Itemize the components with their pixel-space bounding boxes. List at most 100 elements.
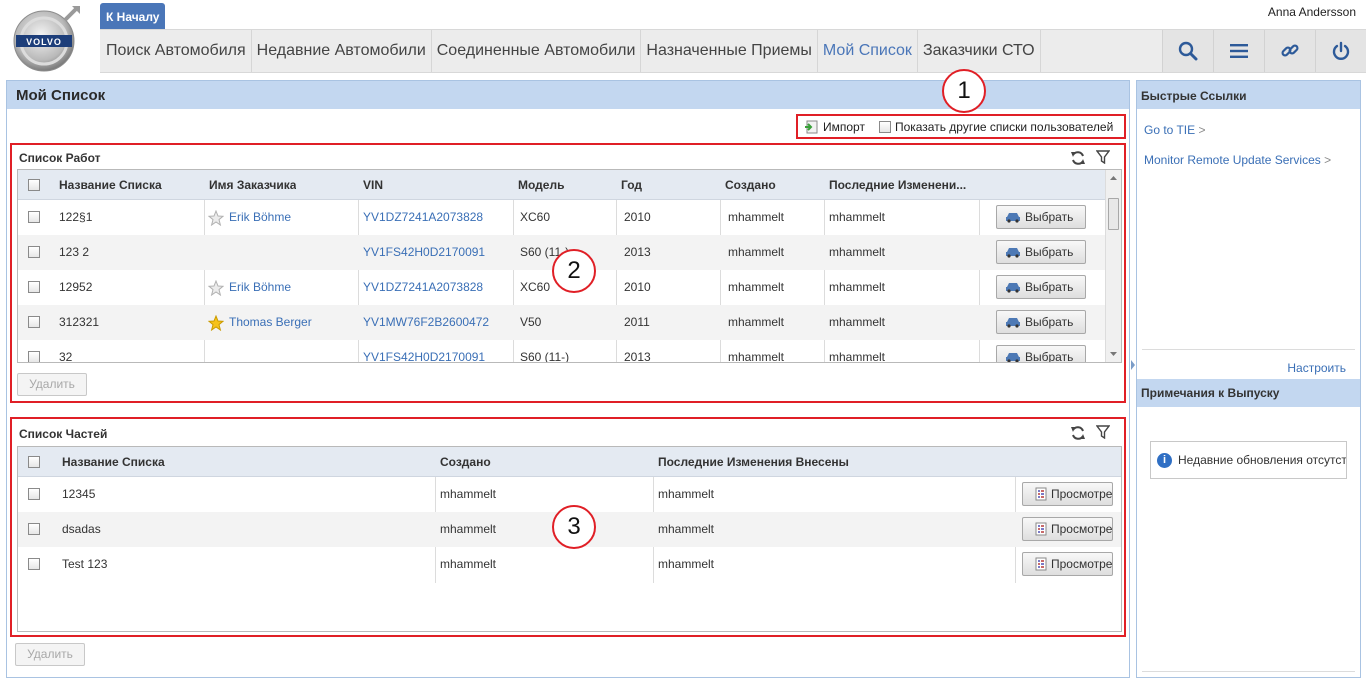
vin-link[interactable]: YV1DZ7241A2073828 [363, 200, 483, 235]
job-list-row[interactable]: 122§1 Erik Böhme YV1DZ7241A2073828 XC60 … [18, 200, 1121, 235]
show-others-checkbox[interactable] [878, 120, 891, 133]
select-button[interactable]: Выбрать [996, 345, 1086, 362]
release-notes-title: Примечания к Выпуску [1137, 379, 1360, 407]
year-cell: 2011 [624, 315, 650, 329]
delete-parts-button[interactable]: Удалить [15, 643, 85, 666]
row-checkbox[interactable] [28, 558, 40, 570]
row-checkbox[interactable] [28, 523, 40, 535]
power-icon[interactable] [1315, 30, 1366, 72]
parts-list-row[interactable]: Test 123 mhammelt mhammelt Просмотреть [18, 547, 1121, 582]
quick-link-remote-update[interactable]: Monitor Remote Update Services > [1144, 153, 1331, 167]
car-icon [1006, 353, 1020, 362]
import-button[interactable]: Импорт [823, 120, 865, 134]
row-checkbox[interactable] [28, 281, 40, 293]
col-customer-name[interactable]: Имя Заказчика [209, 170, 296, 200]
home-tab[interactable]: К Началу [100, 3, 165, 29]
show-others-label: Показать другие списки пользователей [894, 119, 1114, 134]
list-name-cell: 122§1 [59, 210, 93, 224]
job-list-title: Список Работ [19, 151, 101, 165]
star-empty-icon[interactable] [208, 280, 224, 296]
job-list-row[interactable]: 312321 Thomas Berger YV1MW76F2B2600472 V… [18, 305, 1121, 340]
row-checkbox[interactable] [28, 351, 40, 362]
import-icon[interactable] [804, 120, 818, 134]
col-year[interactable]: Год [621, 170, 642, 200]
modified-cell: mhammelt [658, 522, 715, 536]
select-all-jobs-checkbox[interactable] [28, 179, 40, 191]
star-empty-icon[interactable] [208, 210, 224, 226]
main-nav: Поиск Автомобиля Недавние Автомобили Сое… [100, 29, 1366, 73]
configure-link[interactable]: Настроить [1287, 361, 1346, 375]
nav-vehicle-search[interactable]: Поиск Автомобиля [100, 30, 252, 72]
user-name[interactable]: Anna Andersson [1268, 5, 1356, 19]
col-created[interactable]: Создано [440, 447, 491, 477]
vin-link[interactable]: YV1DZ7241A2073828 [363, 270, 483, 305]
refresh-icon[interactable] [1070, 150, 1086, 166]
scroll-up-icon[interactable] [1106, 172, 1121, 184]
select-button[interactable]: Выбрать [996, 205, 1086, 229]
vin-link[interactable]: YV1FS42H0D2170091 [363, 340, 485, 362]
parts-list-title: Список Частей [19, 427, 108, 441]
select-button[interactable]: Выбрать [996, 240, 1086, 264]
refresh-icon[interactable] [1070, 425, 1086, 441]
car-icon [1006, 248, 1020, 258]
nav-appointments[interactable]: Назначенные Приемы [641, 30, 818, 72]
nav-recent-vehicles[interactable]: Недавние Автомобили [252, 30, 432, 72]
vin-link[interactable]: YV1FS42H0D2170091 [363, 235, 485, 270]
customer-link[interactable]: Thomas Berger [229, 305, 312, 340]
nav-my-list[interactable]: Мой Список [818, 30, 918, 72]
menu-icon[interactable] [1213, 30, 1264, 72]
view-button[interactable]: Просмотреть [1022, 552, 1113, 576]
volvo-logo[interactable]: VOLVO [10, 4, 82, 74]
view-button[interactable]: Просмотреть [1022, 517, 1113, 541]
list-name-cell: dsadas [62, 522, 101, 536]
modified-cell: mhammelt [658, 487, 715, 501]
quick-links-title: Быстрые Ссылки [1137, 81, 1360, 109]
row-checkbox[interactable] [28, 246, 40, 258]
col-created[interactable]: Создано [725, 170, 776, 200]
job-list-tools [1070, 150, 1110, 166]
row-checkbox[interactable] [28, 211, 40, 223]
col-last-modified[interactable]: Последние Изменени... [829, 170, 979, 200]
nav-items: Поиск Автомобиля Недавние Автомобили Сое… [100, 30, 1041, 72]
vin-link[interactable]: YV1MW76F2B2600472 [363, 305, 489, 340]
col-list-name[interactable]: Название Списка [62, 447, 165, 477]
nav-connected-vehicles[interactable]: Соединенные Автомобили [432, 30, 642, 72]
select-button[interactable]: Выбрать [996, 310, 1086, 334]
col-last-modified[interactable]: Последние Изменения Внесены [658, 447, 849, 477]
document-icon [1035, 487, 1047, 501]
modified-cell: mhammelt [829, 245, 886, 259]
created-cell: mhammelt [728, 245, 785, 259]
created-cell: mhammelt [728, 350, 785, 363]
link-icon[interactable] [1264, 30, 1315, 72]
model-cell: V50 [520, 315, 542, 329]
customer-link[interactable]: Erik Böhme [229, 200, 291, 235]
view-button[interactable]: Просмотреть [1022, 482, 1113, 506]
model-cell: S60 (11-) [520, 350, 570, 363]
scroll-thumb[interactable] [1108, 198, 1119, 230]
row-checkbox[interactable] [28, 488, 40, 500]
parts-list-header: Название Списка Создано Последние Измене… [18, 447, 1121, 477]
col-list-name[interactable]: Название Списка [59, 170, 162, 200]
col-model[interactable]: Модель [518, 170, 564, 200]
created-cell: mhammelt [440, 522, 497, 536]
star-filled-icon[interactable] [208, 315, 224, 331]
search-icon[interactable] [1162, 30, 1213, 72]
select-button[interactable]: Выбрать [996, 275, 1086, 299]
select-all-parts-checkbox[interactable] [28, 456, 40, 468]
modified-cell: mhammelt [829, 350, 886, 363]
callout-3: 3 [552, 505, 596, 549]
job-list-scrollbar[interactable] [1105, 170, 1121, 362]
row-checkbox[interactable] [28, 316, 40, 328]
nav-workshop-customers[interactable]: Заказчики СТО [918, 30, 1041, 72]
delete-jobs-button[interactable]: Удалить [17, 373, 87, 396]
list-name-cell: Test 123 [62, 557, 108, 571]
filter-icon[interactable] [1096, 150, 1110, 164]
quick-link-tie[interactable]: Go to TIE > [1144, 123, 1206, 137]
year-cell: 2013 [624, 350, 651, 363]
customer-link[interactable]: Erik Böhme [229, 270, 291, 305]
parts-list-tools [1070, 425, 1110, 441]
col-vin[interactable]: VIN [363, 170, 383, 200]
scroll-down-icon[interactable] [1106, 348, 1121, 360]
job-list-row[interactable]: 32 YV1FS42H0D2170091 S60 (11-) 2013 mham… [18, 340, 1121, 363]
filter-icon[interactable] [1096, 425, 1110, 439]
